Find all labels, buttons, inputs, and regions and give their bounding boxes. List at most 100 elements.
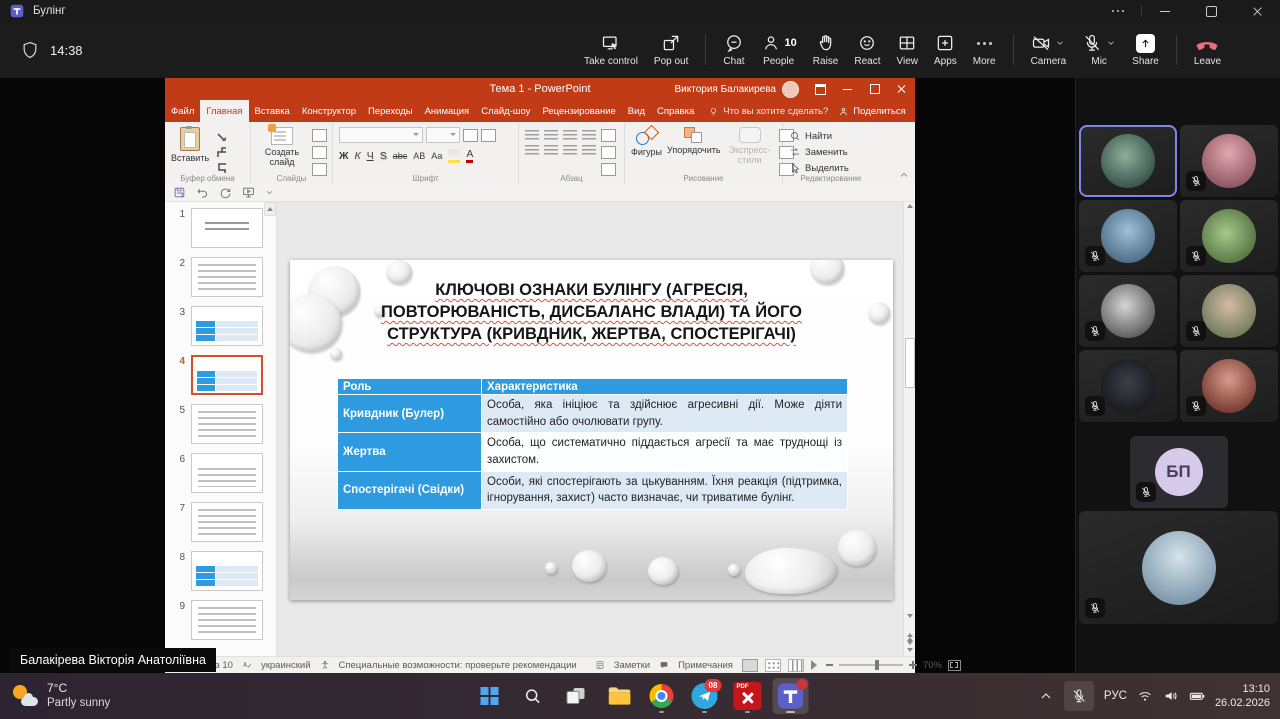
zoom-in-button[interactable]	[908, 661, 917, 669]
slide-thumbnail-3[interactable]: 3	[165, 306, 276, 346]
ppt-restore-button[interactable]	[861, 78, 888, 100]
notes-button[interactable]: Заметки	[614, 660, 650, 671]
participant-tile[interactable]	[1079, 350, 1177, 422]
select-button[interactable]: Выделить	[789, 162, 849, 174]
bullets-icon[interactable]	[525, 130, 539, 141]
zoom-out-button[interactable]	[825, 664, 833, 666]
slide-thumbnail-4-selected[interactable]: 4	[165, 355, 276, 395]
tab-help[interactable]: Справка	[651, 100, 700, 122]
task-view-button[interactable]	[558, 678, 594, 714]
telegram-button[interactable]: 08	[687, 678, 723, 714]
participant-tile-active-speaker[interactable]	[1079, 125, 1177, 197]
ppt-share-button[interactable]: Поделиться	[828, 100, 915, 122]
align-right-icon[interactable]	[563, 145, 577, 156]
reset-slide-icon[interactable]	[312, 146, 327, 159]
battery-icon[interactable]	[1189, 688, 1205, 704]
scroll-down-arrow[interactable]	[904, 614, 915, 621]
clock-widget[interactable]: 13:10 26.02.2026	[1215, 682, 1270, 711]
slide-layout-icon[interactable]	[312, 129, 327, 142]
columns-icon[interactable]	[582, 145, 596, 156]
window-maximize-button[interactable]	[1188, 0, 1234, 22]
redo-icon[interactable]	[219, 186, 232, 199]
format-painter-icon[interactable]	[214, 161, 227, 173]
copy-icon[interactable]	[214, 145, 227, 157]
tray-mic-muted-button[interactable]	[1063, 681, 1094, 711]
weather-widget[interactable]: 7°C Partly sunny	[12, 681, 110, 710]
strikethrough-button[interactable]: abc	[393, 151, 408, 161]
collapse-ribbon-icon[interactable]	[898, 169, 910, 181]
fit-slide-button[interactable]	[947, 659, 961, 671]
window-close-button[interactable]	[1234, 0, 1280, 22]
hidden-icons-chevron[interactable]	[1038, 688, 1054, 704]
find-button[interactable]: Найти	[789, 130, 849, 142]
view-button[interactable]: View	[888, 33, 926, 67]
slide-thumbnail-5[interactable]: 5	[165, 404, 276, 444]
ribbon-display-options-button[interactable]	[807, 78, 834, 100]
participant-tile[interactable]	[1180, 275, 1278, 347]
wifi-icon[interactable]	[1137, 688, 1153, 704]
previous-slide-button[interactable]	[904, 633, 915, 641]
quick-styles-button[interactable]: Экспресс-стили	[726, 127, 774, 165]
react-button[interactable]: React	[846, 33, 888, 67]
numbering-icon[interactable]	[544, 130, 558, 141]
zoom-slider[interactable]	[838, 660, 903, 670]
slide-thumbnail-7[interactable]: 7	[165, 502, 276, 542]
current-slide[interactable]: КЛЮЧОВІ ОЗНАКИ БУЛІНГУ (АГРЕСІЯ, ПОВТОРЮ…	[290, 260, 893, 600]
line-spacing-icon[interactable]	[582, 130, 596, 141]
align-text-icon[interactable]	[601, 146, 616, 159]
tab-transitions[interactable]: Переходы	[362, 100, 419, 122]
input-language-button[interactable]: РУС	[1104, 690, 1127, 702]
participant-tile[interactable]	[1079, 275, 1177, 347]
underline-button[interactable]: Ч	[367, 150, 374, 162]
font-color-button[interactable]: А	[466, 149, 474, 163]
shapes-button[interactable]: Фигуры	[631, 127, 662, 157]
italic-button[interactable]: К	[355, 150, 361, 162]
text-direction-icon[interactable]	[601, 129, 616, 142]
start-button[interactable]	[472, 678, 508, 714]
chrome-button[interactable]	[644, 678, 680, 714]
take-control-button[interactable]: Take control	[576, 33, 646, 67]
volume-icon[interactable]	[1163, 688, 1179, 704]
participant-tile[interactable]	[1079, 200, 1177, 272]
leave-button[interactable]: Leave	[1186, 33, 1229, 67]
participant-tile[interactable]	[1180, 350, 1278, 422]
font-size-dropdown[interactable]	[426, 127, 460, 143]
tab-slideshow[interactable]: Слайд-шоу	[475, 100, 536, 122]
new-slide-button[interactable]: Создать слайд	[257, 124, 307, 167]
align-left-icon[interactable]	[525, 145, 539, 156]
shield-icon[interactable]	[20, 40, 40, 60]
zoom-level[interactable]: 70%	[923, 660, 942, 671]
slide-thumbnail-2[interactable]: 2	[165, 257, 276, 297]
decrease-indent-icon[interactable]	[563, 130, 577, 141]
taskbar-search-button[interactable]	[515, 678, 551, 714]
next-slide-button[interactable]	[904, 641, 915, 655]
normal-view-button[interactable]	[741, 658, 758, 672]
mic-button[interactable]: Mic	[1074, 33, 1124, 67]
chat-button[interactable]: Chat	[715, 33, 752, 67]
pop-out-button[interactable]: Pop out	[646, 33, 696, 67]
people-button[interactable]: 10 People	[753, 33, 805, 67]
slide-thumbnail-6[interactable]: 6	[165, 453, 276, 493]
participant-tile-initials[interactable]: БП	[1129, 436, 1228, 508]
table-cell-role[interactable]: Жертва	[337, 432, 482, 472]
share-button[interactable]: Share	[1124, 33, 1167, 67]
slide-thumbnail-8[interactable]: 8	[165, 551, 276, 591]
bold-button[interactable]: Ж	[339, 150, 349, 162]
highlight-color-icon[interactable]	[448, 149, 461, 163]
participant-tile[interactable]	[1180, 200, 1278, 272]
font-name-dropdown[interactable]	[339, 127, 423, 143]
chevron-down-icon[interactable]	[1055, 38, 1065, 48]
scroll-up-arrow[interactable]	[904, 204, 915, 208]
slide-sorter-view-button[interactable]	[764, 658, 781, 672]
text-shadow-button[interactable]: S	[380, 150, 387, 162]
tab-animations[interactable]: Анимация	[419, 100, 476, 122]
vertical-scrollbar[interactable]	[903, 202, 915, 657]
accessibility-status[interactable]: Специальные возможности: проверьте реком…	[339, 660, 577, 671]
table-header-role[interactable]: Роль	[337, 378, 482, 395]
undo-icon[interactable]	[196, 186, 209, 199]
tab-insert[interactable]: Вставка	[249, 100, 296, 122]
scrollbar-thumb[interactable]	[905, 338, 915, 388]
tell-me-search[interactable]: Что вы хотите сделать?	[708, 100, 828, 122]
comments-button[interactable]: Примечания	[678, 660, 733, 671]
pdf-app-button[interactable]: PDF	[730, 678, 766, 714]
